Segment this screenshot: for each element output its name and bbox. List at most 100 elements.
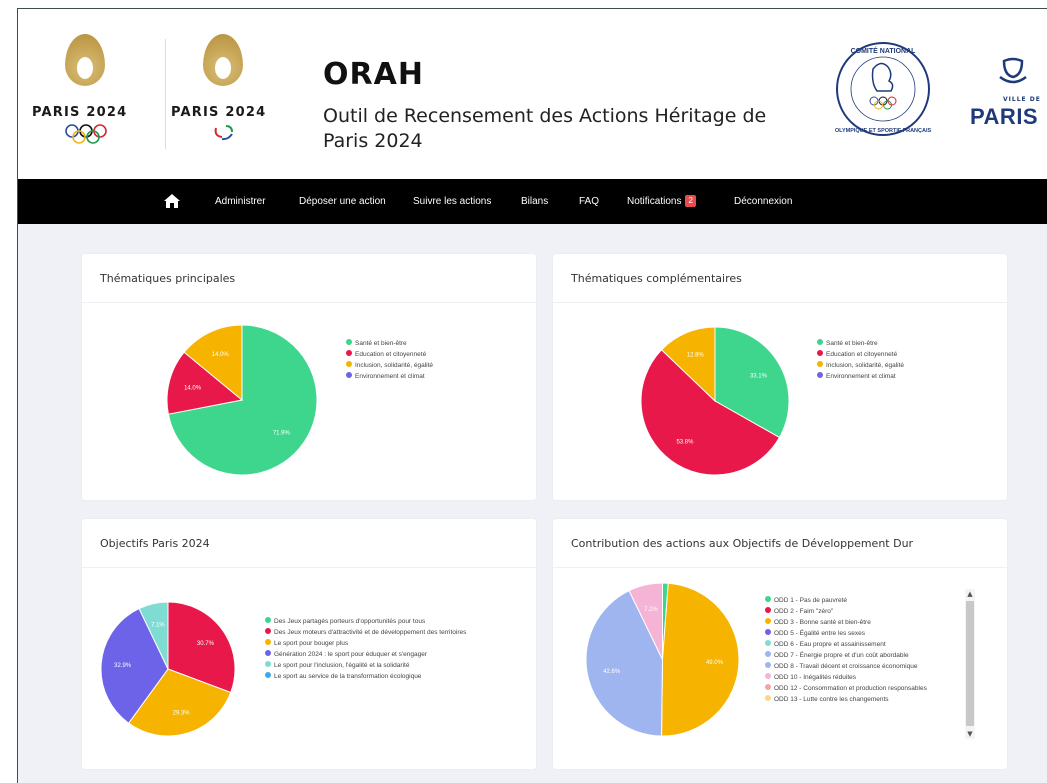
legend-item[interactable]: ODD 6 - Eau propre et assainissement	[765, 639, 957, 650]
nav-bilans[interactable]: Bilans	[521, 179, 548, 224]
legend-item[interactable]: ODD 13 - Lutte contre les changements	[765, 694, 957, 705]
legend-label: Des Jeux moteurs d'attractivité et de dé…	[274, 629, 467, 636]
pie-chart: 30.7% 29.3% 32.9% 7.1%	[100, 601, 236, 737]
legend-item[interactable]: Inclusion, solidarité, égalité	[346, 360, 433, 371]
legend-dot-icon	[817, 350, 823, 357]
legend-label: ODD 1 - Pas de pauvreté	[774, 597, 847, 604]
legend-label: Le sport pour bouger plus	[274, 640, 349, 647]
legend-label: Environnement et climat	[355, 373, 425, 380]
chart-legend: Des Jeux partagés porteurs d'opportunité…	[265, 616, 466, 682]
legend-label: Education et citoyenneté	[826, 351, 898, 358]
legend-dot-icon	[265, 639, 271, 646]
legend-item[interactable]: Génération 2024 : le sport pour éduquer …	[265, 649, 466, 660]
legend-item[interactable]: Santé et bien-être	[346, 338, 433, 349]
legend-dot-icon	[765, 695, 771, 702]
legend-item[interactable]: Inclusion, solidarité, égalité	[817, 360, 904, 371]
pie-chart: 71.9% 14.0% 14.0%	[166, 324, 318, 476]
legend-dot-icon	[765, 673, 771, 680]
legend-item[interactable]: Le sport au service de la transformation…	[265, 671, 466, 682]
legend-item[interactable]: ODD 7 - Énergie propre et d'un coût abor…	[765, 650, 957, 661]
scroll-down-icon[interactable]: ▼	[965, 729, 975, 739]
page-header: PARIS 2024 PARIS 2024 ORAH Outil de Rece…	[18, 9, 1047, 179]
pie-slice[interactable]	[661, 582, 740, 737]
legend-dot-icon	[265, 617, 271, 624]
legend-item[interactable]: ODD 3 - Bonne santé et bien-être	[765, 617, 957, 628]
legend-item[interactable]: ODD 1 - Pas de pauvreté	[765, 595, 957, 606]
app-title: ORAH	[323, 57, 424, 92]
chart-legend: Santé et bien-être Education et citoyenne…	[817, 338, 904, 382]
legend-label: ODD 6 - Eau propre et assainissement	[774, 641, 886, 648]
legend-dot-icon	[346, 350, 352, 357]
legend-item[interactable]: Environnement et climat	[817, 371, 904, 382]
pie-slice-label: 29.3%	[173, 711, 191, 717]
legend-dot-icon	[346, 361, 352, 368]
legend-item[interactable]: Le sport pour bouger plus	[265, 638, 466, 649]
pie-slice-label: 14.0%	[184, 385, 202, 391]
legend-label: Inclusion, solidarité, égalité	[355, 362, 434, 369]
notifications-badge: 2	[685, 195, 696, 208]
legend-item[interactable]: ODD 12 - Consommation et production resp…	[765, 683, 957, 694]
legend-dot-icon	[765, 607, 771, 614]
legend-label: Génération 2024 : le sport pour éduquer …	[274, 651, 428, 658]
legend-label: Des Jeux partagés porteurs d'opportunité…	[274, 618, 426, 625]
cnosf-logo: COMITÉ NATIONAL OLYMPIQUE ET SPORTIF FRA…	[835, 42, 932, 136]
home-icon[interactable]	[163, 193, 181, 209]
legend-dot-icon	[265, 628, 271, 635]
card-title: Thématiques complémentaires	[571, 272, 742, 285]
pie-slice-label: 42.6%	[603, 669, 621, 675]
legend-dot-icon	[765, 596, 771, 603]
chart-card-objectifs-paris-2024: Objectifs Paris 2024 30.7% 29.3% 32.9% 7.1%…	[82, 519, 536, 769]
pie-slice-label: 12.8%	[687, 353, 705, 359]
legend-dot-icon	[765, 618, 771, 625]
nav-suivre-actions[interactable]: Suivre les actions	[413, 179, 491, 224]
legend-item[interactable]: ODD 10 - Inégalités réduites	[765, 672, 957, 683]
legend-dot-icon	[765, 684, 771, 691]
nav-deconnexion[interactable]: Déconnexion	[734, 179, 792, 224]
legend-item[interactable]: ODD 2 - Faim "zéro"	[765, 606, 957, 617]
nav-administrer[interactable]: Administrer	[215, 179, 266, 224]
pie-slice-label: 33.1%	[750, 374, 768, 380]
legend-label: Santé et bien-être	[355, 340, 407, 347]
legend-dot-icon	[265, 650, 271, 657]
pie-slice-label: 14.0%	[212, 352, 230, 358]
legend-dot-icon	[765, 640, 771, 647]
card-title: Contribution des actions aux Objectifs d…	[571, 537, 914, 550]
chart-card-thematiques-principales: Thématiques principales 71.9% 14.0% 14.0% …	[82, 254, 536, 500]
app-subtitle: Outil de Recensement des Actions Héritag…	[323, 105, 767, 152]
legend-label: Education et citoyenneté	[355, 351, 427, 358]
legend-dot-icon	[765, 662, 771, 669]
nav-notifications[interactable]: Notifications 2	[627, 179, 696, 224]
legend-label: ODD 12 - Consommation et production resp…	[774, 685, 927, 692]
legend-item[interactable]: Des Jeux partagés porteurs d'opportunité…	[265, 616, 466, 627]
legend-label: ODD 5 - Égalité entre les sexes	[774, 630, 866, 637]
legend-item[interactable]: ODD 8 - Travail décent et croissance éco…	[765, 661, 957, 672]
legend-label: ODD 8 - Travail décent et croissance éco…	[774, 663, 918, 670]
legend-dot-icon	[765, 651, 771, 658]
chart-legend: ODD 1 - Pas de pauvreté ODD 2 - Faim "zér…	[765, 595, 957, 745]
chart-legend: Santé et bien-être Education et citoyenne…	[346, 338, 433, 382]
legend-item[interactable]: Environnement et climat	[346, 371, 433, 382]
vdp-small-text: VILLE DE	[1003, 96, 1041, 103]
pie-slice-label: 49.0%	[706, 660, 724, 666]
nav-deposer-action[interactable]: Déposer une action	[299, 179, 386, 224]
pie-slice-label: 32.9%	[114, 663, 132, 669]
legend-label: Le sport pour l'inclusion, l'égalité et …	[274, 662, 410, 669]
legend-item[interactable]: Le sport pour l'inclusion, l'égalité et …	[265, 660, 466, 671]
scroll-up-icon[interactable]: ▲	[965, 589, 975, 599]
legend-dot-icon	[817, 361, 823, 368]
legend-item[interactable]: Santé et bien-être	[817, 338, 904, 349]
legend-item[interactable]: Education et citoyenneté	[817, 349, 904, 360]
legend-scrollbar[interactable]: ▲ ▼	[965, 589, 975, 739]
scroll-thumb[interactable]	[966, 601, 974, 726]
legend-item[interactable]: Des Jeux moteurs d'attractivité et de dé…	[265, 627, 466, 638]
legend-item[interactable]: ODD 5 - Égalité entre les sexes	[765, 628, 957, 639]
legend-dot-icon	[765, 629, 771, 636]
pie-chart: 49.0% 42.6% 7.2%	[585, 582, 740, 737]
pie-chart: 33.1% 53.8% 12.8%	[640, 326, 790, 476]
pie-slice-label: 7.1%	[151, 623, 165, 629]
legend-dot-icon	[346, 339, 352, 346]
nav-faq[interactable]: FAQ	[579, 179, 599, 224]
legend-item[interactable]: Education et citoyenneté	[346, 349, 433, 360]
legend-label: ODD 2 - Faim "zéro"	[774, 608, 834, 615]
legend-dot-icon	[265, 661, 271, 668]
